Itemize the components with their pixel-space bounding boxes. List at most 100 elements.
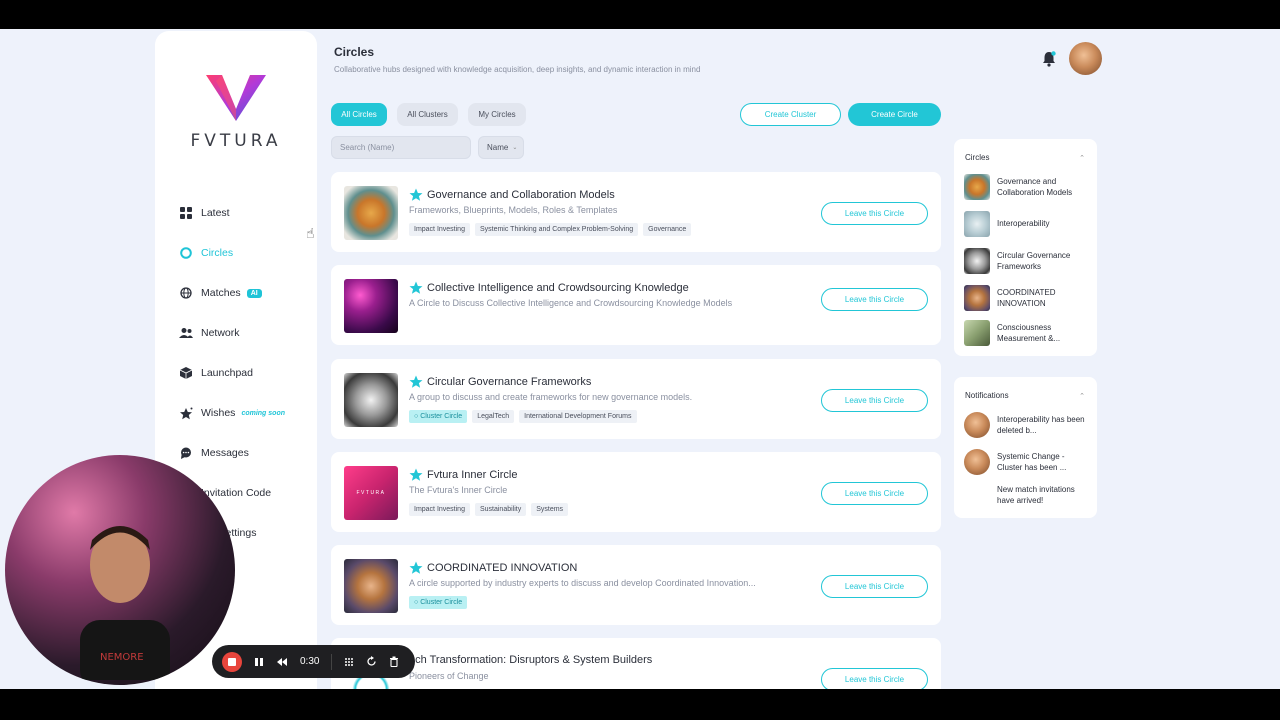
search-input[interactable] bbox=[331, 136, 471, 159]
chevron-up-icon[interactable]: ⌃ bbox=[1079, 154, 1085, 162]
sidebar-item-messages[interactable]: Messages bbox=[179, 433, 285, 473]
thumbnail-logo-text: FVTURA bbox=[356, 490, 386, 496]
leave-circle-button[interactable]: Leave this Circle bbox=[821, 202, 928, 225]
brand-logo[interactable]: FVTURA bbox=[155, 75, 317, 151]
tag[interactable]: Systems bbox=[531, 503, 569, 516]
circle-card[interactable]: Collective Intelligence and Crowdsourcin… bbox=[331, 265, 941, 345]
circle-title-row: Circular Governance Frameworks bbox=[409, 375, 591, 389]
notification-text: Interoperability has been deleted b... bbox=[997, 414, 1085, 435]
panel-circle-name: Circular Governance Frameworks bbox=[997, 250, 1071, 271]
circle-description: Pioneers of Change bbox=[409, 671, 489, 681]
leave-circle-button[interactable]: Leave this Circle bbox=[821, 389, 928, 412]
rewind-icon[interactable] bbox=[276, 657, 288, 667]
page-title: Circles bbox=[334, 45, 375, 59]
sidebar-item-label: Latest bbox=[201, 207, 230, 219]
stop-recording-button[interactable] bbox=[222, 651, 242, 672]
sidebar-item-label: Circles bbox=[201, 247, 234, 259]
restart-icon[interactable] bbox=[366, 656, 377, 667]
tab-my-circles[interactable]: My Circles bbox=[468, 103, 526, 126]
bell-icon[interactable] bbox=[1040, 50, 1058, 68]
pause-icon[interactable] bbox=[254, 657, 264, 667]
panel-circle-item[interactable]: Governance and Collaboration Models bbox=[954, 168, 1097, 205]
panel-circle-thumbnail bbox=[964, 284, 990, 311]
leave-circle-button[interactable]: Leave this Circle bbox=[821, 668, 928, 689]
circle-card[interactable]: COORDINATED INNOVATION A circle supporte… bbox=[331, 545, 941, 625]
toolbar-divider bbox=[331, 653, 333, 670]
star-icon[interactable] bbox=[409, 281, 423, 295]
grid-icon bbox=[179, 206, 193, 220]
chevron-down-icon: ⌄ bbox=[512, 145, 518, 151]
sidebar-item-latest[interactable]: Latest bbox=[179, 193, 285, 233]
user-avatar[interactable] bbox=[1069, 42, 1102, 75]
fvtura-logo-icon bbox=[206, 75, 266, 121]
circle-card[interactable]: ech Transformation: Disruptors & System … bbox=[331, 638, 941, 689]
tag[interactable]: International Development Forums bbox=[519, 410, 637, 423]
tag[interactable]: Systemic Thinking and Complex Problem-So… bbox=[474, 223, 639, 236]
sidebar-item-launchpad[interactable]: Launchpad bbox=[179, 353, 285, 393]
circle-description: A circle supported by industry experts t… bbox=[409, 578, 756, 588]
create-circle-button[interactable]: Create Circle bbox=[848, 103, 941, 126]
grid-dots-icon[interactable] bbox=[344, 657, 354, 667]
create-cluster-button[interactable]: Create Cluster bbox=[740, 103, 841, 126]
circle-card[interactable]: Governance and Collaboration Models Fram… bbox=[331, 172, 941, 252]
sidebar-item-label: Invitation Code bbox=[201, 487, 272, 499]
notification-avatar bbox=[964, 411, 990, 438]
notification-text: Systemic Change - Cluster has been ... bbox=[997, 451, 1067, 472]
star-icon[interactable] bbox=[409, 561, 423, 575]
tab-all-circles[interactable]: All Circles bbox=[331, 103, 387, 126]
panel-title: Notifications bbox=[965, 391, 1009, 400]
sidebar-item-network[interactable]: Network bbox=[179, 313, 285, 353]
notification-item[interactable]: Interoperability has been deleted b... bbox=[954, 406, 1097, 443]
star-icon[interactable] bbox=[409, 468, 423, 482]
leave-circle-button[interactable]: Leave this Circle bbox=[821, 482, 928, 505]
tag-label: Cluster Circle bbox=[420, 599, 463, 606]
sidebar-item-label: Matches bbox=[201, 287, 241, 299]
star-icon[interactable] bbox=[409, 375, 423, 389]
circle-card[interactable]: FVTURA Fvtura Inner Circle The Fvtura's … bbox=[331, 452, 941, 532]
panel-circle-item[interactable]: COORDINATED INNOVATION bbox=[954, 279, 1097, 316]
sort-select[interactable]: Name ⌄ bbox=[478, 136, 524, 159]
leave-circle-button[interactable]: Leave this Circle bbox=[821, 288, 928, 311]
notification-text: New match invitations have arrived! bbox=[997, 485, 1075, 505]
circle-card[interactable]: Circular Governance Frameworks A group t… bbox=[331, 359, 941, 439]
circles-panel-header[interactable]: Circles ⌃ bbox=[954, 139, 1097, 168]
tag[interactable]: Impact Investing bbox=[409, 503, 470, 516]
leave-circle-button[interactable]: Leave this Circle bbox=[821, 575, 928, 598]
notification-avatar bbox=[964, 448, 990, 475]
cluster-circle-tag[interactable]: ○ Cluster Circle bbox=[409, 596, 468, 609]
circle-description: Frameworks, Blueprints, Models, Roles & … bbox=[409, 205, 618, 215]
sidebar-item-matches[interactable]: Matches AI bbox=[179, 273, 285, 313]
chevron-up-icon[interactable]: ⌃ bbox=[1079, 392, 1085, 400]
tag[interactable]: Governance bbox=[643, 223, 692, 236]
star-icon[interactable] bbox=[409, 188, 423, 202]
tag[interactable]: Sustainability bbox=[474, 503, 527, 516]
circle-description: The Fvtura's Inner Circle bbox=[409, 485, 508, 495]
tag[interactable]: Impact Investing bbox=[409, 223, 470, 236]
notification-item[interactable]: New match invitations have arrived! bbox=[954, 480, 1097, 518]
tab-all-clusters[interactable]: All Clusters bbox=[397, 103, 458, 126]
circle-tags: ○ Cluster Circle bbox=[409, 596, 468, 609]
tag[interactable]: LegalTech bbox=[472, 410, 515, 423]
circle-thumbnail bbox=[344, 186, 398, 240]
sidebar-item-circles[interactable]: Circles bbox=[179, 233, 285, 273]
sidebar-item-wishes[interactable]: Wishes coming soon bbox=[179, 393, 285, 433]
circle-title: ech Transformation: Disruptors & System … bbox=[409, 654, 653, 666]
circle-icon bbox=[179, 246, 193, 260]
circle-title: Collective Intelligence and Crowdsourcin… bbox=[427, 282, 689, 294]
sidebar-item-label: Network bbox=[201, 327, 240, 339]
notification-item[interactable]: Systemic Change - Cluster has been ... bbox=[954, 443, 1097, 480]
webcam-overlay[interactable]: NEMORE bbox=[5, 455, 235, 685]
page-subtitle: Collaborative hubs designed with knowled… bbox=[334, 65, 701, 74]
notifications-panel-header[interactable]: Notifications ⌃ bbox=[954, 377, 1097, 406]
panel-circle-item[interactable]: Consciousness Measurement &... bbox=[954, 316, 1097, 356]
panel-circle-item[interactable]: Circular Governance Frameworks bbox=[954, 242, 1097, 279]
panel-circle-thumbnail bbox=[964, 210, 990, 237]
trash-icon[interactable] bbox=[389, 656, 399, 667]
recording-toolbar: 0:30 bbox=[212, 645, 415, 678]
circle-title: Circular Governance Frameworks bbox=[427, 376, 592, 388]
mouse-pointer-icon: ☝ bbox=[306, 225, 315, 241]
panel-circle-thumbnail bbox=[964, 320, 990, 346]
circles-panel: Circles ⌃ Governance and Collaboration M… bbox=[954, 139, 1097, 356]
cluster-circle-tag[interactable]: ○ Cluster Circle bbox=[409, 410, 468, 423]
panel-circle-item[interactable]: Interoperability bbox=[954, 205, 1097, 242]
